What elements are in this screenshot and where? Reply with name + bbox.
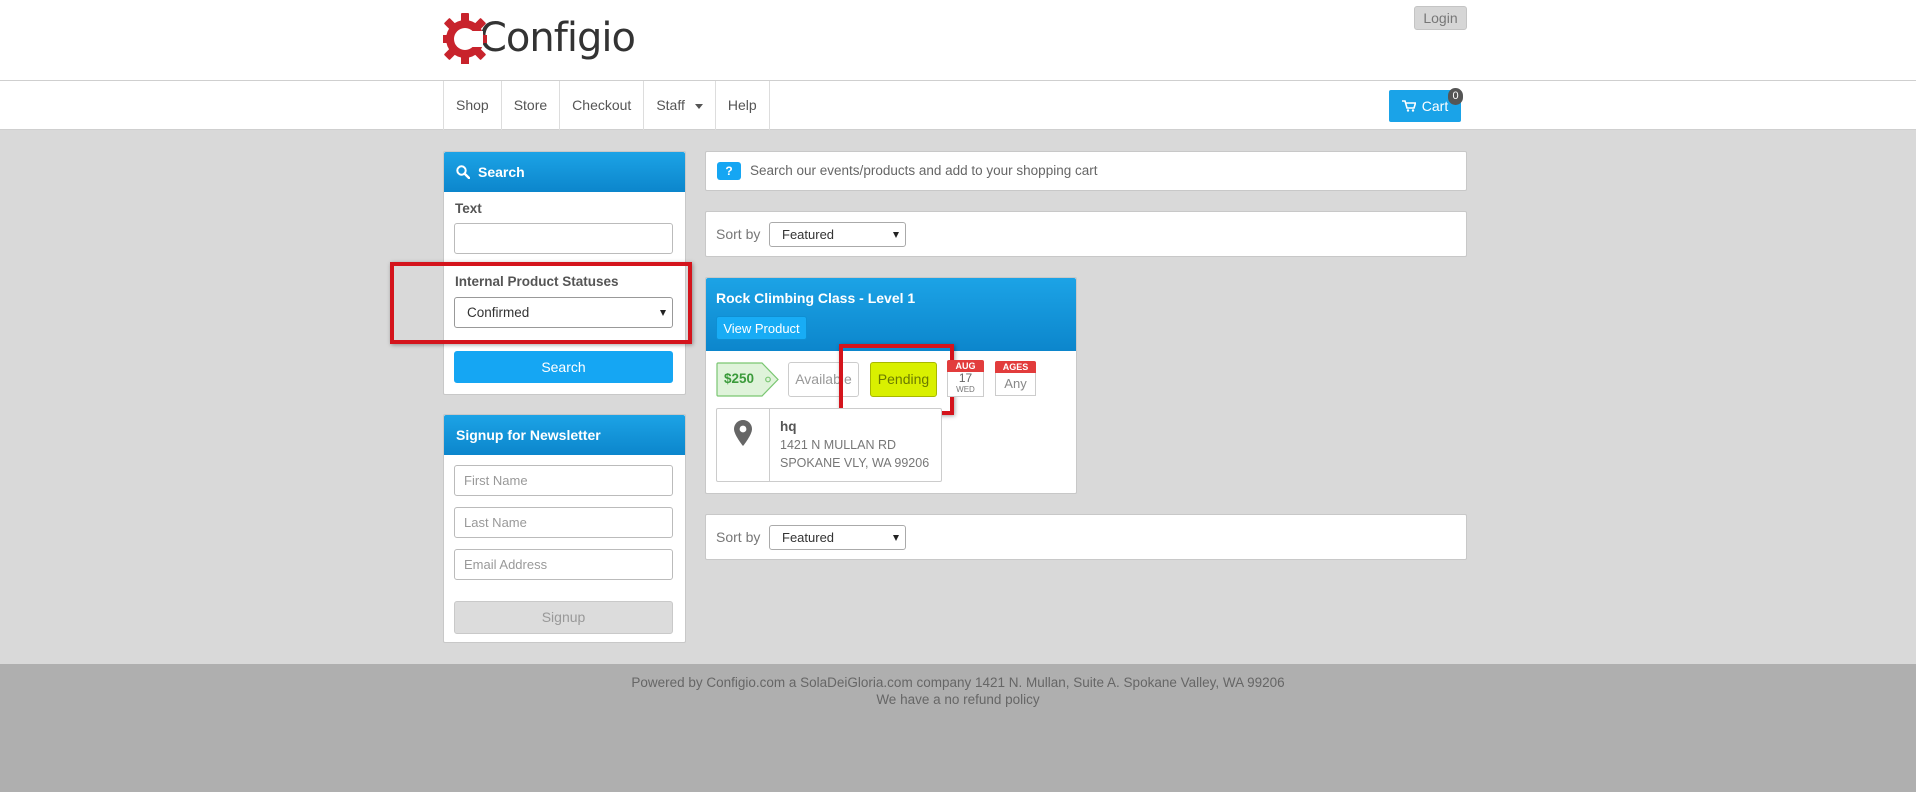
signup-button[interactable]: Signup bbox=[454, 601, 673, 634]
footer-company-text: Powered by Configio.com a SolaDeiGloria.… bbox=[631, 675, 1285, 690]
sort-bar-bottom: Sort by Featured bbox=[705, 514, 1467, 560]
site-footer: Powered by Configio.com a SolaDeiGloria.… bbox=[0, 664, 1916, 792]
ages-box: AGES Any bbox=[995, 361, 1036, 396]
event-date: AUG 17 WED bbox=[947, 360, 984, 397]
cart-label: Cart bbox=[1421, 98, 1449, 114]
location-box: hq 1421 N MULLAN RD SPOKANE VLY, WA 9920… bbox=[716, 408, 942, 482]
nav-item-label: Help bbox=[727, 97, 757, 113]
price-value: $250 bbox=[724, 371, 755, 386]
nav-item-help[interactable]: Help bbox=[716, 81, 770, 130]
info-text: Search our events/products and add to yo… bbox=[750, 163, 1098, 178]
caret-down-icon bbox=[694, 104, 703, 109]
info-bar: ? Search our events/products and add to … bbox=[705, 151, 1467, 191]
location-address-line1: 1421 N MULLAN RD bbox=[780, 438, 897, 452]
product-title[interactable]: Rock Climbing Class - Level 1 bbox=[716, 290, 915, 306]
dropdown-arrow-icon bbox=[893, 232, 899, 238]
search-button[interactable]: Search bbox=[454, 351, 673, 383]
nav-item-checkout[interactable]: Checkout bbox=[560, 81, 645, 130]
sort-select-value: Featured bbox=[782, 530, 835, 545]
footer-refund-text: We have a no refund policy bbox=[876, 692, 1040, 707]
nav-item-store[interactable]: Store bbox=[502, 81, 561, 130]
view-product-button[interactable]: View Product bbox=[716, 316, 807, 340]
cart-icon bbox=[1401, 100, 1416, 112]
location-icon-cell bbox=[717, 409, 770, 481]
sort-bar-top: Sort by Featured bbox=[705, 211, 1467, 257]
sort-select-top[interactable]: Featured bbox=[769, 222, 906, 247]
date-weekday: WED bbox=[956, 385, 975, 394]
newsletter-panel: Signup for Newsletter First Name Last Na… bbox=[443, 414, 686, 643]
map-pin-icon bbox=[734, 420, 752, 446]
highlight-frame-pending bbox=[839, 344, 954, 415]
price-tag: $250 bbox=[716, 362, 780, 397]
newsletter-panel-title: Signup for Newsletter bbox=[456, 427, 601, 443]
date-day: 17 bbox=[958, 371, 973, 385]
ages-label: AGES bbox=[995, 361, 1036, 373]
site-header: Configio Login bbox=[0, 0, 1916, 81]
date-body: 17 WED bbox=[947, 372, 984, 397]
location-name: hq bbox=[780, 419, 797, 434]
logo-text: Configio bbox=[479, 15, 636, 61]
nav-item-label: Checkout bbox=[572, 97, 632, 113]
email-field[interactable]: Email Address bbox=[454, 549, 673, 580]
nav-item-label: Shop bbox=[456, 97, 489, 113]
sort-label: Sort by bbox=[716, 529, 761, 545]
dropdown-arrow-icon bbox=[893, 535, 899, 541]
search-icon bbox=[456, 165, 470, 179]
location-address-line2: SPOKANE VLY, WA 99206 bbox=[780, 456, 930, 470]
last-name-field[interactable]: Last Name bbox=[454, 507, 673, 538]
main-nav: Shop Store Checkout Staff Help Cart bbox=[0, 81, 1916, 130]
info-badge-text: ? bbox=[725, 164, 733, 178]
sort-label: Sort by bbox=[716, 226, 761, 242]
search-panel-title: Search bbox=[478, 164, 525, 180]
cart-count-badge: 0 bbox=[1448, 88, 1463, 105]
newsletter-panel-header: Signup for Newsletter bbox=[444, 415, 685, 455]
sort-select-bottom[interactable]: Featured bbox=[769, 525, 906, 550]
configio-logo[interactable]: Configio bbox=[443, 12, 636, 64]
sort-select-value: Featured bbox=[782, 227, 835, 242]
nav-item-label: Store bbox=[513, 97, 548, 113]
login-button[interactable]: Login bbox=[1414, 6, 1467, 30]
ages-value: Any bbox=[995, 373, 1036, 396]
first-name-field[interactable]: First Name bbox=[454, 465, 673, 496]
highlight-frame-status bbox=[390, 262, 692, 344]
nav-menu: Shop Store Checkout Staff Help bbox=[443, 81, 770, 130]
nav-item-shop[interactable]: Shop bbox=[444, 81, 502, 130]
nav-item-label: Staff bbox=[656, 97, 685, 113]
gear-logo-icon bbox=[443, 13, 487, 64]
text-search-input[interactable] bbox=[454, 223, 673, 254]
search-panel-header: Search bbox=[444, 152, 685, 192]
text-field-label: Text bbox=[455, 201, 482, 216]
nav-item-staff[interactable]: Staff bbox=[644, 81, 716, 130]
question-icon: ? bbox=[717, 162, 741, 180]
product-card-header: Rock Climbing Class - Level 1 View Produ… bbox=[706, 278, 1076, 351]
